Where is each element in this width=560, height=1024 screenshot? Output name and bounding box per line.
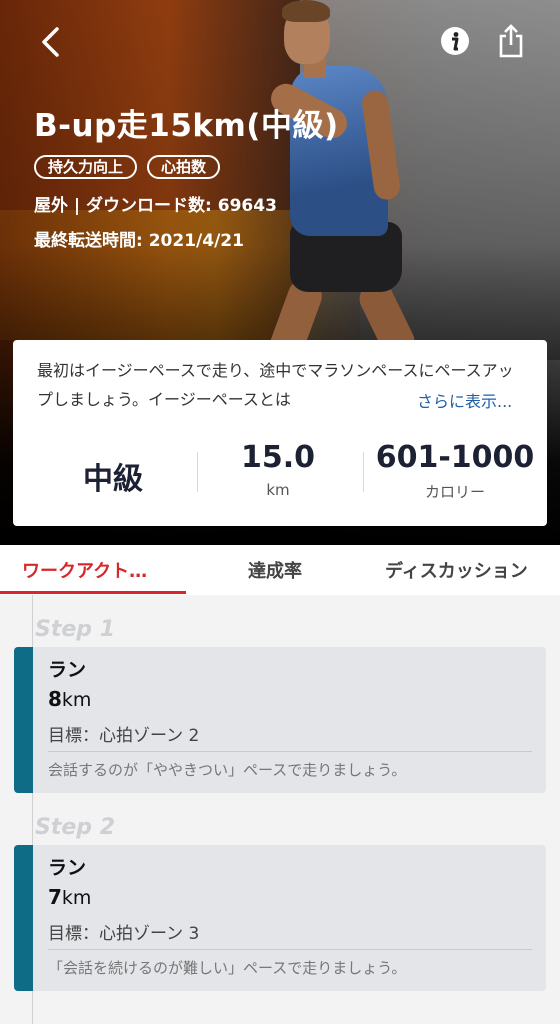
info-icon (441, 27, 469, 55)
workout-meta: 屋外 | ダウンロード数: 69643 (34, 196, 277, 216)
step-note: 会話するのが「ややきつい」ペースで走りましょう。 (48, 761, 407, 779)
share-icon (499, 24, 523, 58)
step-name: ラン (48, 857, 87, 879)
stat-calories-value: 601-1000 (375, 440, 535, 475)
step-divider (48, 949, 532, 950)
step-card[interactable]: ラン 7km 目標：心拍ゾーン 3 「会話を続けるのが難しい」ペースで走りましょ… (14, 845, 546, 991)
step-list: Step 1 ラン 8km 目標：心拍ゾーン 2 会話するのが「ややきつい」ペー… (0, 595, 560, 1024)
workout-header: B-up走15km(中級) 持久力向上 心拍数 屋外 | ダウンロード数: 69… (34, 100, 339, 251)
step-note: 「会話を続けるのが難しい」ペースで走りましょう。 (48, 959, 407, 977)
workout-title: B-up走15km(中級) (34, 108, 339, 144)
info-button[interactable] (438, 24, 472, 58)
step-color-bar (14, 647, 33, 793)
tab-achievement[interactable]: 達成率 (248, 557, 302, 583)
step-distance-value: 7 (48, 885, 62, 909)
step-distance: 8km (48, 687, 91, 711)
tab-bar: ワークアクト… 達成率 ディスカッション (0, 545, 560, 595)
stat-distance: 15.0 km (213, 440, 343, 499)
stat-calories-unit: カロリー (424, 483, 485, 501)
tab-discussion[interactable]: ディスカッション (385, 557, 528, 583)
tag-list: 持久力向上 心拍数 (34, 155, 339, 179)
step-distance-unit: km (61, 887, 92, 909)
step-color-bar (14, 845, 33, 991)
show-more-link[interactable]: さらに表示... (409, 389, 513, 415)
stat-distance-value: 15.0 (240, 440, 316, 475)
back-button[interactable] (30, 22, 70, 62)
stat-divider (197, 452, 198, 492)
tab-workout[interactable]: ワークアクト… (22, 557, 147, 583)
stat-distance-unit: km (266, 481, 290, 499)
step-divider (48, 751, 532, 752)
step-distance-unit: km (61, 689, 92, 711)
stat-level-value: 中級 (83, 462, 143, 497)
active-tab-indicator (0, 591, 186, 594)
step-label: Step 2 (35, 815, 115, 840)
chevron-left-icon (42, 27, 59, 57)
stat-calories: 601-1000 カロリー (365, 440, 545, 502)
stat-divider (363, 452, 364, 492)
tag-heart-rate: 心拍数 (147, 155, 221, 179)
step-target: 目標：心拍ゾーン 3 (48, 924, 200, 944)
last-sync-time: 最終転送時間: 2021/4/21 (34, 231, 244, 251)
tag-endurance: 持久力向上 (34, 155, 138, 179)
step-distance: 7km (48, 885, 91, 909)
stat-level: 中級 (53, 454, 173, 498)
share-button[interactable] (492, 20, 530, 62)
step-card[interactable]: ラン 8km 目標：心拍ゾーン 2 会話するのが「ややきつい」ペースで走りましょ… (14, 647, 546, 793)
step-distance-value: 8 (48, 687, 62, 711)
summary-card: 最初はイージーペースで走り、途中でマラソンペースにペースアップしましょう。イージ… (13, 340, 547, 526)
step-target: 目標：心拍ゾーン 2 (48, 726, 200, 746)
step-label: Step 1 (35, 617, 115, 642)
stats-row: 中級 15.0 km 601-1000 カロリー (13, 440, 547, 510)
step-name: ラン (48, 659, 87, 681)
